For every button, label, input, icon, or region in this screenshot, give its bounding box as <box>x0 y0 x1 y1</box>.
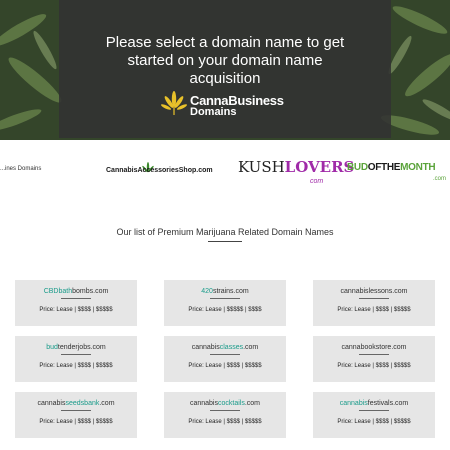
brand-logo[interactable]: CannaBusiness Domains <box>160 90 300 122</box>
domain-name-link[interactable]: cannabiscocktails.com <box>164 400 286 407</box>
card-divider <box>210 354 240 355</box>
card-divider <box>61 410 91 411</box>
domain-name-link[interactable]: budtenderjobs.com <box>15 344 137 351</box>
card-divider <box>61 298 91 299</box>
domain-card[interactable]: cannabislessons.com Price: Lease | $$$$ |… <box>313 280 435 326</box>
domain-price: Price: Lease | $$$$ | $$$$$ <box>39 307 113 313</box>
card-divider <box>210 410 240 411</box>
domain-card[interactable]: cannabisfestivals.com Price: Lease | $$$$… <box>313 392 435 438</box>
section-title: Our list of Premium Marijuana Related Do… <box>116 227 334 237</box>
domain-card[interactable]: cannabookstore.com Price: Lease | $$$$ | … <box>313 336 435 382</box>
domain-card[interactable]: cannabiscocktails.com Price: Lease | $$$$… <box>164 392 286 438</box>
partner-logo-1[interactable]: ...ines Domains <box>0 166 41 172</box>
card-divider <box>359 354 389 355</box>
partner-logos-strip: ...ines Domains CannabisAccessoriesShop.… <box>0 150 450 200</box>
partner-logo-kushlovers[interactable]: KUSHLOVERS com <box>238 158 354 192</box>
domain-card[interactable]: cannabisseedsbank.com Price: Lease | $$$$… <box>15 392 137 438</box>
domain-price: Price: Lease | $$$$ | $$$$$ <box>188 419 262 425</box>
brand-subname: Domains <box>190 106 237 118</box>
domain-price: Price: Lease | $$$$ | $$$$$ <box>188 363 262 369</box>
domain-price: Price: Lease | $$$$ | $$$$$ <box>39 419 113 425</box>
card-divider <box>359 298 389 299</box>
card-divider <box>359 410 389 411</box>
domain-card[interactable]: CBDbathbombs.com Price: Lease | $$$$ | $$… <box>15 280 137 326</box>
hero-banner: Please select a domain name to get start… <box>0 0 450 140</box>
domain-name-link[interactable]: cannabislessons.com <box>313 288 435 295</box>
domain-name-link[interactable]: CBDbathbombs.com <box>15 288 137 295</box>
partner-logo-accessories-shop[interactable]: CannabisAccessoriesShop.com <box>106 162 226 180</box>
domain-card[interactable]: budtenderjobs.com Price: Lease | $$$$ | $… <box>15 336 137 382</box>
partner-logo-bud-of-the-month[interactable]: BUDOFTHEMONTH .com <box>347 162 450 188</box>
hero-title: Please select a domain name to get start… <box>105 34 345 87</box>
domain-price: Price: Lease | $$$$ | $$$$$ <box>337 419 411 425</box>
domain-price: Price: Lease | $$$$$ | $$$$ <box>188 307 262 313</box>
cannabis-leaf-icon <box>160 91 188 115</box>
domain-price: Price: Lease | $$$$ | $$$$$ <box>39 363 113 369</box>
domain-name-link[interactable]: cannabisfestivals.com <box>313 400 435 407</box>
domain-price: Price: Lease | $$$$ | $$$$$ <box>337 307 411 313</box>
domain-price: Price: Lease | $$$$ | $$$$$ <box>337 363 411 369</box>
domain-card[interactable]: cannabisclasses.com Price: Lease | $$$$ |… <box>164 336 286 382</box>
domain-name-link[interactable]: 420strains.com <box>164 288 286 295</box>
card-divider <box>61 354 91 355</box>
domain-name-link[interactable]: cannabookstore.com <box>313 344 435 351</box>
section-divider <box>208 241 242 242</box>
domain-card[interactable]: 420strains.com Price: Lease | $$$$$ | $$$… <box>164 280 286 326</box>
domain-name-link[interactable]: cannabisclasses.com <box>164 344 286 351</box>
card-divider <box>210 298 240 299</box>
domain-name-link[interactable]: cannabisseedsbank.com <box>15 400 137 407</box>
